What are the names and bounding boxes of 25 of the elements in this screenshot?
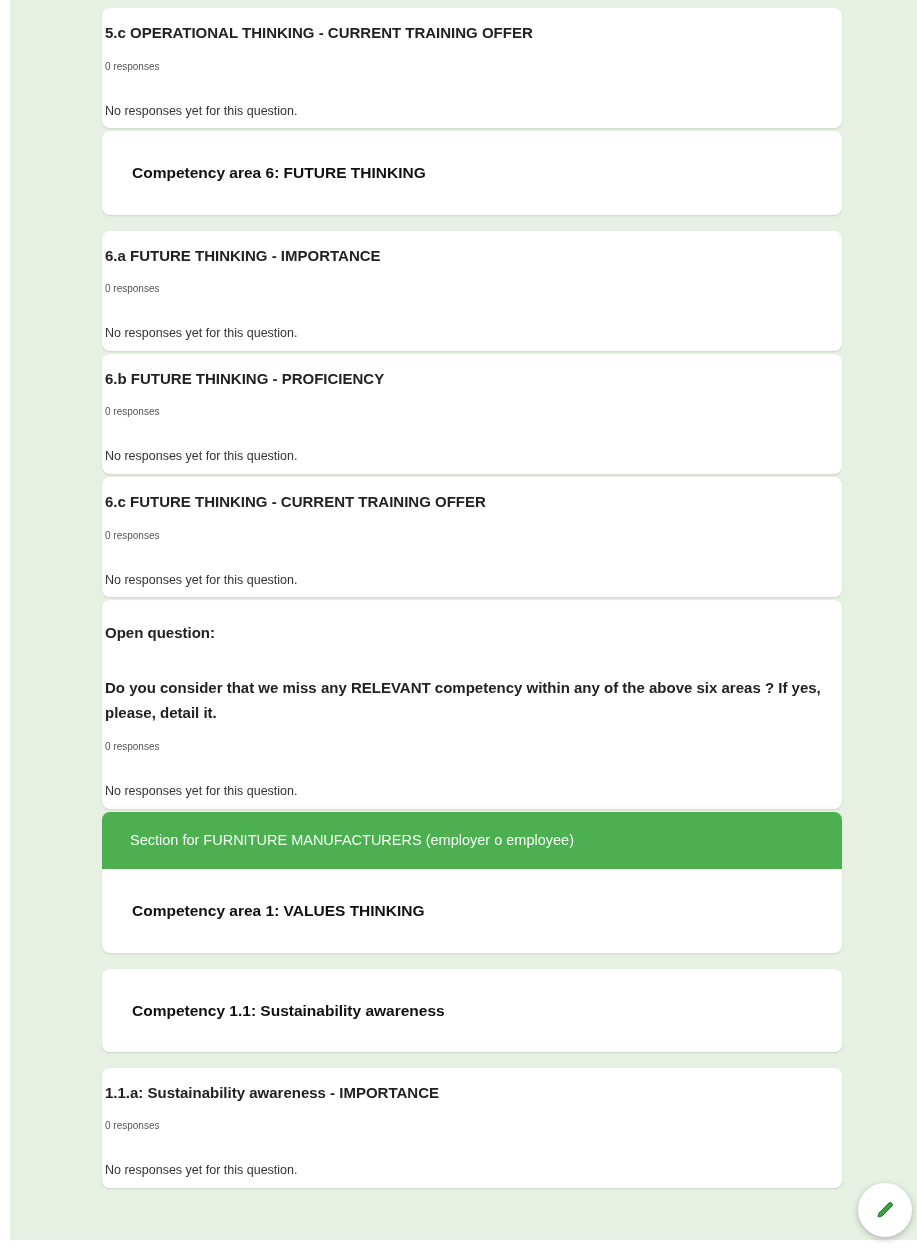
heading-title: Competency 1.1: Sustainability awareness (132, 1000, 446, 1021)
empty-message: No responses yet for this question. (105, 102, 299, 120)
empty-message: No responses yet for this question. (105, 571, 299, 589)
empty-message: No responses yet for this question. (105, 325, 299, 342)
empty-message: No responses yet for this question. (105, 782, 299, 800)
question-label: Open question: (105, 623, 216, 644)
response-count: 0 responses (105, 739, 161, 754)
question-title: 6.c FUTURE THINKING - CURRENT TRAINING OFFER (105, 492, 487, 512)
response-count: 0 responses (105, 59, 161, 74)
response-count: 0 responses (105, 528, 161, 543)
question-title: Do you consider that we miss any RELEVANT competency within any of the above six areas ? If yes, please, detail it. (105, 677, 822, 723)
empty-message: No responses yet for this question. (105, 1162, 299, 1180)
response-count: 0 responses (105, 282, 161, 296)
section-banner: Section for FURNITURE MANUFACTURERS (employer o employee) (102, 811, 842, 870)
edit-button[interactable] (858, 1183, 912, 1237)
question-title: 5.c OPERATIONAL THINKING - CURRENT TRAINING OFFER (105, 23, 534, 43)
question-title: 1.1.a: Sustainability awareness - IMPORTANCE (105, 1082, 440, 1103)
pencil-icon (875, 1200, 895, 1220)
question-title: 6.a FUTURE THINKING - IMPORTANCE (105, 245, 382, 266)
question-title: 6.b FUTURE THINKING - PROFICIENCY (105, 368, 386, 389)
empty-message: No responses yet for this question. (105, 448, 299, 466)
heading-title: Competency area 6: FUTURE THINKING (132, 163, 427, 184)
response-count: 0 responses (105, 405, 161, 420)
response-count: 0 responses (105, 1119, 161, 1134)
heading-title: Competency area 1: VALUES THINKING (132, 901, 426, 922)
